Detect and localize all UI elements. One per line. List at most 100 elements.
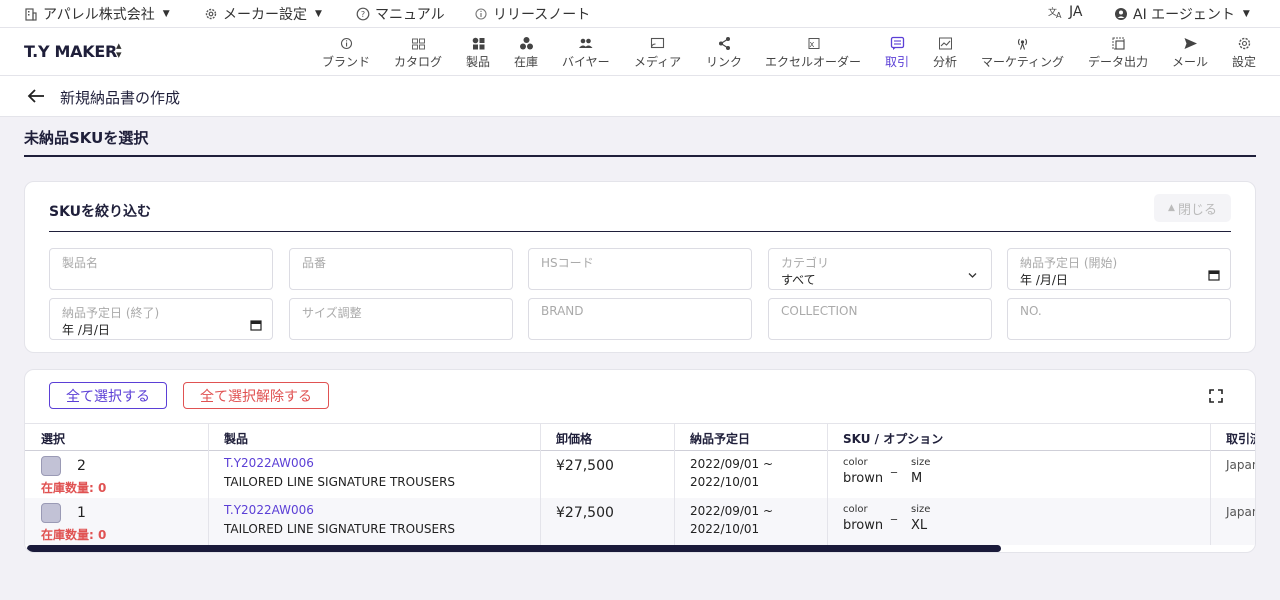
column-divider — [540, 423, 541, 545]
filter-title: SKUを絞り込む — [49, 204, 152, 220]
row-number: 1 — [77, 505, 86, 521]
column-header: SKU / オプション — [843, 432, 944, 446]
option-label: size — [911, 457, 931, 468]
select-all-button[interactable]: 全て選択する — [49, 382, 167, 409]
field-value: すべて — [781, 273, 816, 287]
close-filter-button[interactable]: ▲ 閉じる — [1154, 194, 1231, 222]
deselect-all-button[interactable]: 全て選択解除する — [183, 382, 329, 409]
nav-analytics[interactable]: 分析 — [933, 36, 957, 70]
collection-field[interactable]: COLLECTION — [768, 298, 992, 340]
nav-label: リンク — [706, 55, 743, 69]
nav-label: カタログ — [394, 55, 443, 69]
trade-country: Japan — [1226, 458, 1255, 472]
language-switcher[interactable]: 文A JA — [1048, 4, 1082, 20]
field-label: 納品予定日 (開始) — [1020, 256, 1118, 270]
option-value: brown — [843, 518, 884, 533]
nav-settings[interactable]: 設定 — [1232, 36, 1256, 70]
nav-mail[interactable]: メール — [1172, 36, 1208, 70]
ai-agent-menu[interactable]: AI エージェント ▼ — [1114, 4, 1250, 24]
main-navbar: T.Y MAKER ▴ ▾ ブランド カタログ 製品 在庫 バイヤー メディア リ… — [0, 28, 1280, 76]
option-separator: _ — [891, 506, 897, 520]
chevron-down-icon: ▼ — [1242, 9, 1250, 19]
nav-label: 製品 — [466, 55, 491, 69]
nav-catalog[interactable]: カタログ — [394, 36, 442, 70]
option-label: size — [911, 504, 931, 515]
option-value: brown — [843, 471, 884, 486]
nav-data-export[interactable]: データ出力 — [1088, 36, 1148, 70]
release-notes-link[interactable]: リリースノート — [474, 4, 590, 24]
option-value: M — [911, 471, 923, 486]
field-label: 製品名 — [62, 256, 99, 270]
chevron-down-icon: ▼ — [315, 9, 322, 19]
stock-quantity: 在庫数量: 0 — [41, 481, 107, 495]
top-utility-bar: アパレル株式会社 ▼ メーカー設定 ▼ ? マニュアル リリースノート 文A J… — [0, 0, 1280, 28]
brand-field[interactable]: BRAND — [528, 298, 752, 340]
field-label: サイズ調整 — [302, 306, 362, 320]
number-field[interactable]: NO. — [1007, 298, 1231, 340]
nav-excel-order[interactable]: X エクセルオーダー — [765, 36, 861, 70]
release-notes-label: リリースノート — [493, 7, 591, 23]
nav-brand[interactable]: ブランド — [322, 36, 370, 70]
chevron-down-icon: ▼ — [162, 9, 170, 19]
row-checkbox[interactable] — [41, 503, 61, 523]
user-circle-icon — [1115, 8, 1127, 20]
nav-label: 設定 — [1232, 55, 1257, 69]
share-icon — [718, 37, 730, 50]
hs-code-field[interactable]: HSコード — [528, 248, 752, 290]
brand-switch-icon[interactable]: ▴ ▾ — [116, 40, 122, 60]
fullscreen-icon[interactable] — [1209, 389, 1223, 403]
send-icon — [1184, 38, 1197, 49]
row-checkbox[interactable] — [41, 456, 61, 476]
delivery-date-end: 2022/10/01 — [690, 475, 760, 489]
column-header: 納品予定日 — [690, 432, 751, 446]
company-switcher[interactable]: アパレル株式会社 ▼ — [24, 4, 170, 24]
nav-label: バイヤー — [562, 55, 610, 69]
gear-icon — [1238, 37, 1250, 50]
delivery-end-date-field[interactable]: 納品予定日 (終了) 年 /月/日 — [49, 298, 273, 340]
delivery-start-date-field[interactable]: 納品予定日 (開始) 年 /月/日 — [1007, 248, 1231, 290]
translate-icon: 文A — [1048, 6, 1062, 19]
nav-products[interactable]: 製品 — [466, 36, 490, 70]
product-name: TAILORED LINE SIGNATURE TROUSERS — [224, 475, 456, 489]
product-number-field[interactable]: 品番 — [289, 248, 513, 290]
delivery-date-start: 2022/09/01 ~ — [690, 457, 774, 471]
nav-marketing[interactable]: マーケティング — [981, 36, 1064, 70]
trade-country: Japan — [1226, 505, 1255, 519]
nav-label: エクセルオーダー — [765, 55, 862, 69]
manual-link[interactable]: ? マニュアル — [356, 4, 445, 24]
chevron-down-icon — [968, 273, 977, 278]
horizontal-scrollbar[interactable] — [27, 545, 1001, 552]
size-adjust-field[interactable]: サイズ調整 — [289, 298, 513, 340]
product-icon — [472, 37, 484, 50]
excel-icon: X — [808, 38, 819, 49]
stock-icon — [519, 37, 533, 50]
nav-label: メール — [1172, 55, 1209, 69]
gear-icon — [205, 8, 217, 20]
category-select[interactable]: カテゴリ すべて — [768, 248, 992, 290]
ai-agent-label: AI エージェント — [1133, 7, 1235, 23]
option-separator: _ — [891, 459, 897, 473]
nav-buyers[interactable]: バイヤー — [562, 36, 610, 70]
filter-divider — [49, 231, 1231, 232]
nav-stock[interactable]: 在庫 — [514, 36, 538, 70]
nav-transactions[interactable]: 取引 — [885, 36, 909, 70]
product-code-link[interactable]: T.Y2022AW006 — [224, 503, 314, 517]
field-label: COLLECTION — [781, 304, 858, 318]
product-code-link[interactable]: T.Y2022AW006 — [224, 456, 314, 470]
product-name-field[interactable]: 製品名 — [49, 248, 273, 290]
section-title: 未納品SKUを選択 — [24, 129, 149, 147]
nav-label: マーケティング — [981, 55, 1065, 69]
sku-table-card: 全て選択する 全て選択解除する 選択 製品 卸価格 納品予定日 SKU / オプ… — [24, 369, 1256, 553]
calendar-icon[interactable] — [250, 319, 262, 331]
back-arrow-icon[interactable] — [26, 87, 46, 105]
field-value: 年 /月/日 — [1020, 273, 1068, 287]
maker-settings-menu[interactable]: メーカー設定 ▼ — [204, 4, 322, 24]
company-name: アパレル株式会社 — [43, 7, 155, 23]
nav-links[interactable]: リンク — [706, 36, 742, 70]
table-row: 1 在庫数量: 0 T.Y2022AW006 TAILORED LINE SIG… — [25, 498, 1255, 545]
nav-label: 分析 — [933, 55, 958, 69]
nav-media[interactable]: メディア — [634, 36, 681, 70]
calendar-icon[interactable] — [1208, 269, 1220, 281]
wholesale-price: ¥27,500 — [556, 505, 614, 521]
maker-settings-label: メーカー設定 — [223, 7, 307, 23]
